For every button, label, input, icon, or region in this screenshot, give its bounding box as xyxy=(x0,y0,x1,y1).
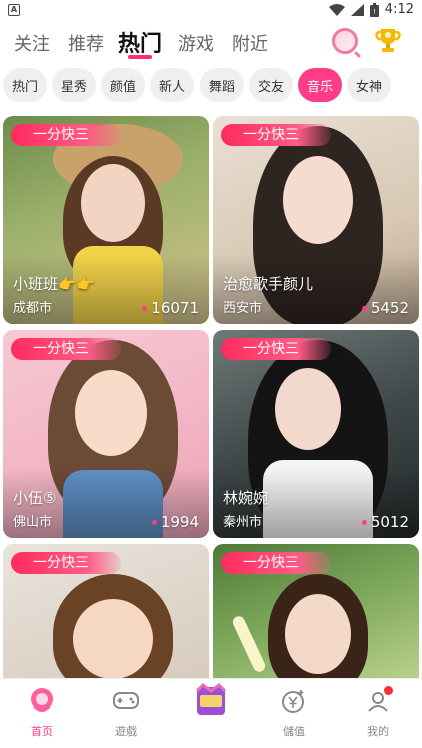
battery-icon: ! xyxy=(369,2,379,17)
gamepad-icon xyxy=(112,687,140,715)
search-icon[interactable] xyxy=(332,28,358,54)
game-badge: 一分快三 xyxy=(221,552,331,574)
nav-center-promo[interactable] xyxy=(181,681,241,737)
nav-games-label: 遊戲 xyxy=(115,725,137,738)
viewer-count: 16071 xyxy=(142,299,199,317)
category-chips: 热门 星秀 颜值 新人 舞蹈 交友 音乐 女神 xyxy=(0,68,422,104)
viewer-count: 5012 xyxy=(361,513,409,531)
nav-profile-label: 我的 xyxy=(367,725,389,738)
chip-looks[interactable]: 颜值 xyxy=(101,68,145,102)
active-tab-indicator xyxy=(128,55,152,59)
home-avatar-icon xyxy=(28,687,56,715)
stream-card[interactable]: 一分快三 治愈歌手颜儿 西安市 5452 xyxy=(213,116,419,324)
chip-new[interactable]: 新人 xyxy=(150,68,194,102)
notification-a-icon: A xyxy=(8,4,20,16)
streamer-city: 成都市 xyxy=(13,301,53,316)
nav-recharge-label: 儲值 xyxy=(283,725,305,738)
nav-recharge[interactable]: 儲值 xyxy=(264,687,324,743)
trophy-icon[interactable] xyxy=(374,26,402,54)
viewer-count-value: 5452 xyxy=(370,299,409,317)
streamer-name: 小伍⑤ xyxy=(13,489,57,507)
profile-icon xyxy=(364,686,393,715)
tab-hot[interactable]: 热门 xyxy=(118,26,162,58)
chip-goddess[interactable]: 女神 xyxy=(347,68,391,102)
tab-recommend[interactable]: 推荐 xyxy=(68,30,104,56)
heat-dot-icon xyxy=(361,305,367,311)
viewer-count-value: 1994 xyxy=(160,513,199,531)
status-bar: A ! 4:12 xyxy=(0,0,422,22)
viewer-count: 5452 xyxy=(361,299,409,317)
stream-card[interactable]: 一分快三 小伍⑤ 佛山市 1994 xyxy=(3,330,209,538)
tab-follow[interactable]: 关注 xyxy=(14,30,50,56)
chip-hot[interactable]: 热门 xyxy=(3,68,47,102)
stream-card[interactable]: 一分快三 小班班👉👉 成都市 16071 xyxy=(3,116,209,324)
heat-dot-icon xyxy=(142,305,148,311)
tab-nearby[interactable]: 附近 xyxy=(232,30,268,56)
signal-icon xyxy=(350,3,364,16)
streamer-name: 治愈歌手颜儿 xyxy=(223,275,314,293)
nav-home[interactable]: 首页 xyxy=(12,687,72,743)
nav-home-label: 首页 xyxy=(31,725,53,738)
stream-card[interactable]: 一分快三 xyxy=(213,544,419,678)
game-badge: 一分快三 xyxy=(11,552,121,574)
viewer-count-value: 5012 xyxy=(370,513,409,531)
chip-star[interactable]: 星秀 xyxy=(52,68,96,102)
game-badge: 一分快三 xyxy=(221,124,331,146)
bottom-nav: 首页 遊戲 儲值 我的 xyxy=(0,678,422,748)
heat-dot-icon xyxy=(151,519,157,525)
heat-dot-icon xyxy=(361,519,367,525)
nav-profile[interactable]: 我的 xyxy=(348,686,408,743)
notification-dot xyxy=(384,686,393,695)
status-time: 4:12 xyxy=(384,2,414,17)
stream-card[interactable]: 一分快三 林婉婉 秦州市 5012 xyxy=(213,330,419,538)
center-promo-icon xyxy=(191,681,231,721)
streamer-city: 佛山市 xyxy=(13,515,53,530)
viewer-count: 1994 xyxy=(151,513,199,531)
chip-music[interactable]: 音乐 xyxy=(298,68,342,102)
streamer-name: 林婉婉 xyxy=(223,489,269,507)
svg-text:!: ! xyxy=(373,8,376,16)
chip-dance[interactable]: 舞蹈 xyxy=(200,68,244,102)
stream-card[interactable]: 一分快三 xyxy=(3,544,209,678)
chip-social[interactable]: 交友 xyxy=(249,68,293,102)
nav-games[interactable]: 遊戲 xyxy=(96,687,156,743)
streamer-name: 小班班👉👉 xyxy=(13,275,96,293)
streamer-city: 秦州市 xyxy=(223,515,263,530)
yuan-coin-icon xyxy=(280,687,308,715)
game-badge: 一分快三 xyxy=(221,338,331,360)
game-badge: 一分快三 xyxy=(11,338,121,360)
game-badge: 一分快三 xyxy=(11,124,121,146)
viewer-count-value: 16071 xyxy=(151,299,199,317)
top-tabs: 关注 推荐 热门 游戏 附近 xyxy=(0,24,422,64)
wifi-icon xyxy=(328,3,345,16)
streamer-city: 西安市 xyxy=(223,301,263,316)
tab-games[interactable]: 游戏 xyxy=(178,30,214,56)
